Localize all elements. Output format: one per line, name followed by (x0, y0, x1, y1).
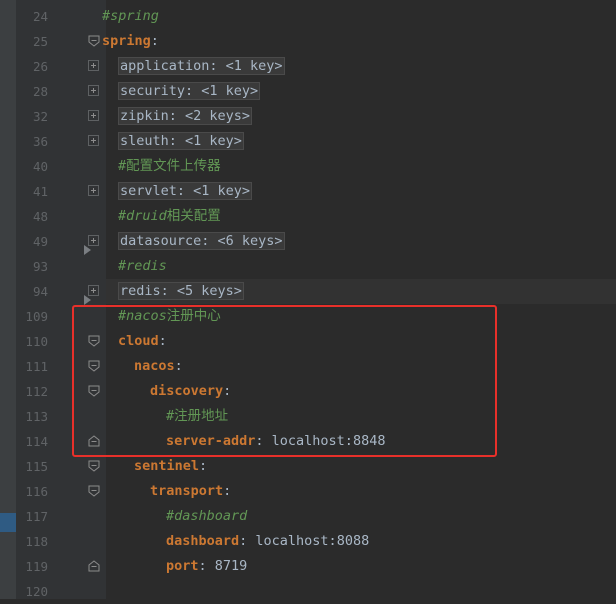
line-number: 109 (25, 309, 48, 324)
line-number: 28 (32, 84, 48, 99)
yaml-value: : (150, 33, 159, 49)
code-line[interactable]: 49 datasource: <6 keys> (16, 229, 616, 254)
code-line[interactable]: 26 application: <1 key> (16, 54, 616, 79)
code-text: redis: <5 keys> (118, 279, 244, 304)
code-line[interactable]: 28 security: <1 key> (16, 79, 616, 104)
code-text: port: 8719 (166, 554, 247, 579)
code-text: sentinel: (134, 454, 207, 479)
line-number: 49 (32, 234, 48, 249)
line-number: 24 (32, 9, 48, 24)
code-line[interactable]: 118 dashboard: localhost:8088 (16, 529, 616, 554)
yaml-value: : 8719 (198, 558, 248, 574)
folded-block[interactable]: security: <1 key> (118, 82, 261, 100)
code-line[interactable]: 25 spring: (16, 29, 616, 54)
line-number: 119 (25, 559, 48, 574)
code-text: transport: (150, 479, 231, 504)
code-line[interactable]: 116 transport: (16, 479, 616, 504)
line-number: 111 (25, 359, 48, 374)
yaml-value: : (199, 458, 208, 474)
code-text: #配置文件上传器 (118, 154, 221, 179)
line-number: 25 (32, 34, 48, 49)
yaml-comment: #redis (118, 258, 167, 274)
code-line[interactable]: 32 zipkin: <2 keys> (16, 104, 616, 129)
expand-fold-icon[interactable] (88, 285, 99, 296)
code-line[interactable]: 48 #druid相关配置 (16, 204, 616, 229)
collapse-fold-icon[interactable] (88, 485, 100, 497)
annotation-highlight-box (72, 305, 497, 457)
code-line[interactable]: 93 #redis (16, 254, 616, 279)
yaml-value: : localhost:8088 (239, 533, 370, 549)
code-line[interactable]: 117 #dashboard (16, 504, 616, 529)
expand-fold-icon[interactable] (88, 85, 99, 96)
yaml-comment: 相关配置 (166, 208, 221, 224)
yaml-comment: #配置文件上传器 (118, 158, 221, 174)
code-text: sleuth: <1 key> (118, 129, 244, 154)
yaml-key: port (166, 558, 199, 574)
code-line[interactable]: 41 servlet: <1 key> (16, 179, 616, 204)
yaml-comment: #druid (118, 208, 167, 224)
tool-window-strip (0, 0, 16, 599)
line-number: 112 (25, 384, 48, 399)
code-line[interactable]: 119 port: 8719 (16, 554, 616, 579)
code-line[interactable]: 115 sentinel: (16, 454, 616, 479)
line-number: 113 (25, 409, 48, 424)
line-number: 118 (25, 534, 48, 549)
yaml-key: spring (102, 33, 151, 49)
code-text: security: <1 key> (118, 79, 261, 104)
code-text: application: <1 key> (118, 54, 285, 79)
code-text: dashboard: localhost:8088 (166, 529, 369, 554)
folded-block[interactable]: servlet: <1 key> (118, 182, 253, 200)
code-line[interactable]: 24 #spring (16, 4, 616, 29)
line-number: 32 (32, 109, 48, 124)
line-number: 117 (25, 509, 48, 524)
folded-block[interactable]: sleuth: <1 key> (118, 132, 244, 150)
folded-block[interactable]: datasource: <6 keys> (118, 232, 285, 250)
fold-end-icon[interactable] (88, 560, 100, 572)
line-number: 116 (25, 484, 48, 499)
collapse-fold-icon[interactable] (88, 35, 100, 47)
expand-fold-icon[interactable] (88, 60, 99, 71)
code-text: #druid相关配置 (118, 204, 221, 229)
code-editor[interactable]: 24 #spring 25 spring: 26 application: <1 key>… (16, 4, 616, 604)
expand-fold-icon[interactable] (88, 135, 99, 146)
line-number: 115 (25, 459, 48, 474)
line-number: 93 (32, 259, 48, 274)
code-line[interactable]: 40 #配置文件上传器 (16, 154, 616, 179)
code-line[interactable]: 94 redis: <5 keys> (16, 279, 616, 304)
line-number: 120 (25, 584, 48, 599)
line-number: 48 (32, 209, 48, 224)
code-text: zipkin: <2 keys> (118, 104, 253, 129)
line-number: 26 (32, 59, 48, 74)
line-number: 94 (32, 284, 48, 299)
code-text: servlet: <1 key> (118, 179, 253, 204)
expand-fold-icon[interactable] (88, 185, 99, 196)
line-number: 41 (32, 184, 48, 199)
yaml-comment: #dashboard (166, 508, 248, 524)
yaml-comment: #spring (102, 8, 159, 24)
code-text: datasource: <6 keys> (118, 229, 285, 254)
line-number: 114 (25, 434, 48, 449)
yaml-key: transport (150, 483, 224, 499)
yaml-key: sentinel (134, 458, 200, 474)
collapse-fold-icon[interactable] (88, 460, 100, 472)
folded-block[interactable]: redis: <5 keys> (118, 282, 244, 300)
line-number: 36 (32, 134, 48, 149)
folded-block[interactable]: zipkin: <2 keys> (118, 107, 253, 125)
yaml-value: : (223, 483, 232, 499)
yaml-key: dashboard (166, 533, 240, 549)
expand-fold-icon[interactable] (88, 110, 99, 121)
line-number: 110 (25, 334, 48, 349)
code-text: #redis (118, 254, 167, 279)
line-number: 40 (32, 159, 48, 174)
code-line[interactable]: 120 (16, 579, 616, 604)
code-line[interactable]: 36 sleuth: <1 key> (16, 129, 616, 154)
folded-block[interactable]: application: <1 key> (118, 57, 285, 75)
active-tool-marker[interactable] (0, 513, 16, 532)
code-text: #spring (102, 4, 159, 29)
expand-fold-icon[interactable] (88, 235, 99, 246)
code-text: #dashboard (166, 504, 247, 529)
code-text: spring: (102, 29, 159, 54)
